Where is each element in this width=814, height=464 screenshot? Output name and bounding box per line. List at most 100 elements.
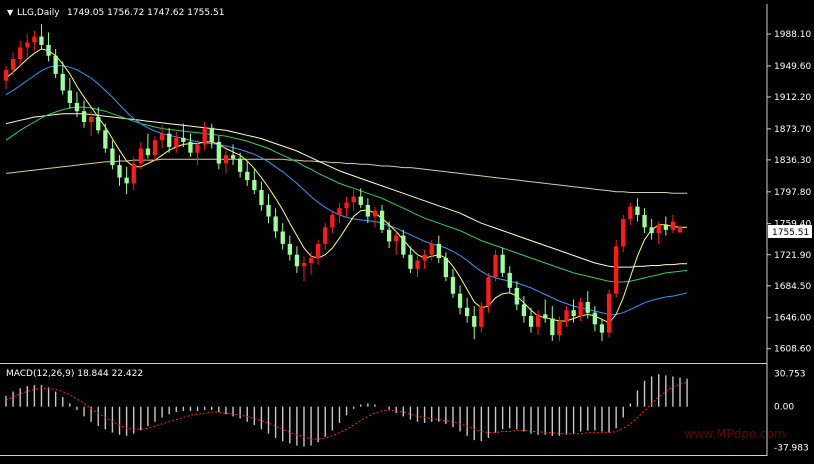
candle-body [443, 258, 448, 278]
header-arrow[interactable]: ▼ [7, 8, 14, 17]
candle-body [337, 208, 342, 215]
candle-body [372, 210, 378, 217]
candle-body [25, 42, 30, 48]
current-price-value: 1755.51 [772, 228, 809, 238]
candle-body [550, 318, 555, 336]
candle-body [557, 321, 562, 336]
candle-body [536, 314, 541, 327]
candle-body [152, 140, 158, 156]
ohlc-readout: 1749.05 1756.72 1747.62 1755.51 [67, 8, 224, 18]
candle-body [358, 196, 363, 205]
candle-body [181, 137, 186, 142]
candle-body [457, 293, 463, 308]
candle-body [216, 141, 221, 164]
macd-tick-label: -37.983 [774, 444, 809, 454]
candle-body [287, 243, 292, 255]
candle-body [223, 155, 229, 164]
candle-body [571, 310, 576, 316]
macd-tick-label: 30.753 [774, 370, 806, 380]
candle-body [606, 293, 612, 333]
candle-body [656, 224, 661, 234]
candle-body [500, 254, 505, 273]
candle-body [564, 310, 569, 321]
candle-body [245, 171, 250, 181]
candle-body [81, 111, 87, 122]
chart-svg: www.MPdpo.com 1988.10 1949.60 1912.20 1873.… [0, 0, 814, 460]
price-tick-label: 1721.90 [774, 251, 811, 261]
candle-body [308, 258, 314, 263]
candle-body [543, 314, 548, 319]
candle-body [479, 306, 484, 327]
candle-body [592, 312, 597, 325]
candle-body [195, 144, 200, 153]
candle-body [365, 204, 370, 217]
candle-body [294, 254, 300, 267]
candle-body [379, 210, 385, 230]
price-tick-label: 1836.30 [774, 156, 811, 166]
candle-body [521, 304, 527, 316]
candle-body [202, 127, 207, 145]
candle-body [486, 277, 491, 307]
candle-body [670, 221, 676, 230]
candle-body [323, 227, 328, 244]
candle-body [493, 254, 498, 278]
candle-body [450, 277, 456, 294]
price-tick-label: 1873.70 [774, 125, 811, 135]
candle-body [266, 204, 271, 217]
candle-body [585, 302, 590, 313]
candle-body [472, 316, 477, 327]
watermark-site: www.MPdpo.com [684, 427, 786, 441]
candle-body [46, 44, 51, 56]
candle-body [599, 324, 605, 333]
candle-body [167, 133, 172, 147]
price-tick-label: 1684.50 [774, 282, 811, 292]
candle-body [138, 148, 143, 164]
candle-body [621, 219, 626, 247]
candle-body [160, 133, 165, 141]
candle-body [39, 36, 44, 45]
candle-body [67, 90, 72, 103]
price-tick-label: 1949.60 [774, 62, 811, 72]
candle-body [11, 59, 16, 70]
watermark: www.MPdpo.com [684, 427, 786, 441]
candle-body [110, 148, 115, 166]
candle-body [635, 206, 640, 215]
macd-label: MACD(12,26,9) 18.844 22.422 [6, 369, 143, 379]
background [0, 0, 814, 460]
candle-body [188, 141, 193, 153]
candle-body [628, 206, 633, 219]
candle-body [422, 254, 427, 261]
price-tick-label: 1646.00 [774, 314, 811, 324]
candle-body [174, 137, 179, 147]
candle-body [96, 117, 101, 131]
candle-body [252, 180, 257, 190]
candle-body [18, 47, 23, 59]
candle-body [436, 243, 441, 258]
candle-body [507, 272, 512, 288]
candle-body [401, 235, 406, 255]
candle-body [663, 224, 668, 230]
candle-body [316, 243, 321, 258]
candle-body [394, 235, 399, 242]
candle-body [74, 102, 80, 112]
candle-body [103, 130, 108, 149]
candle-body [273, 216, 278, 232]
candle-body [415, 260, 420, 269]
candle-body [259, 190, 264, 205]
candle-body [89, 117, 94, 122]
candle-body [117, 165, 122, 178]
price-tick-label: 1797.80 [774, 188, 811, 198]
candle-body [330, 214, 335, 228]
candle-body [238, 158, 243, 172]
candle [606, 289, 612, 338]
macd-tick-label: 0.00 [774, 403, 794, 413]
candle-body [351, 196, 356, 203]
candle-body [280, 231, 285, 244]
candle-body [131, 163, 136, 184]
current-price-tag: 1755.51 [768, 225, 812, 238]
candle-body [344, 202, 349, 209]
price-tick-label: 1988.10 [774, 30, 811, 40]
symbol-label: LLG,Daily [17, 8, 60, 18]
candle-body [649, 227, 654, 234]
candle-body [209, 127, 214, 142]
